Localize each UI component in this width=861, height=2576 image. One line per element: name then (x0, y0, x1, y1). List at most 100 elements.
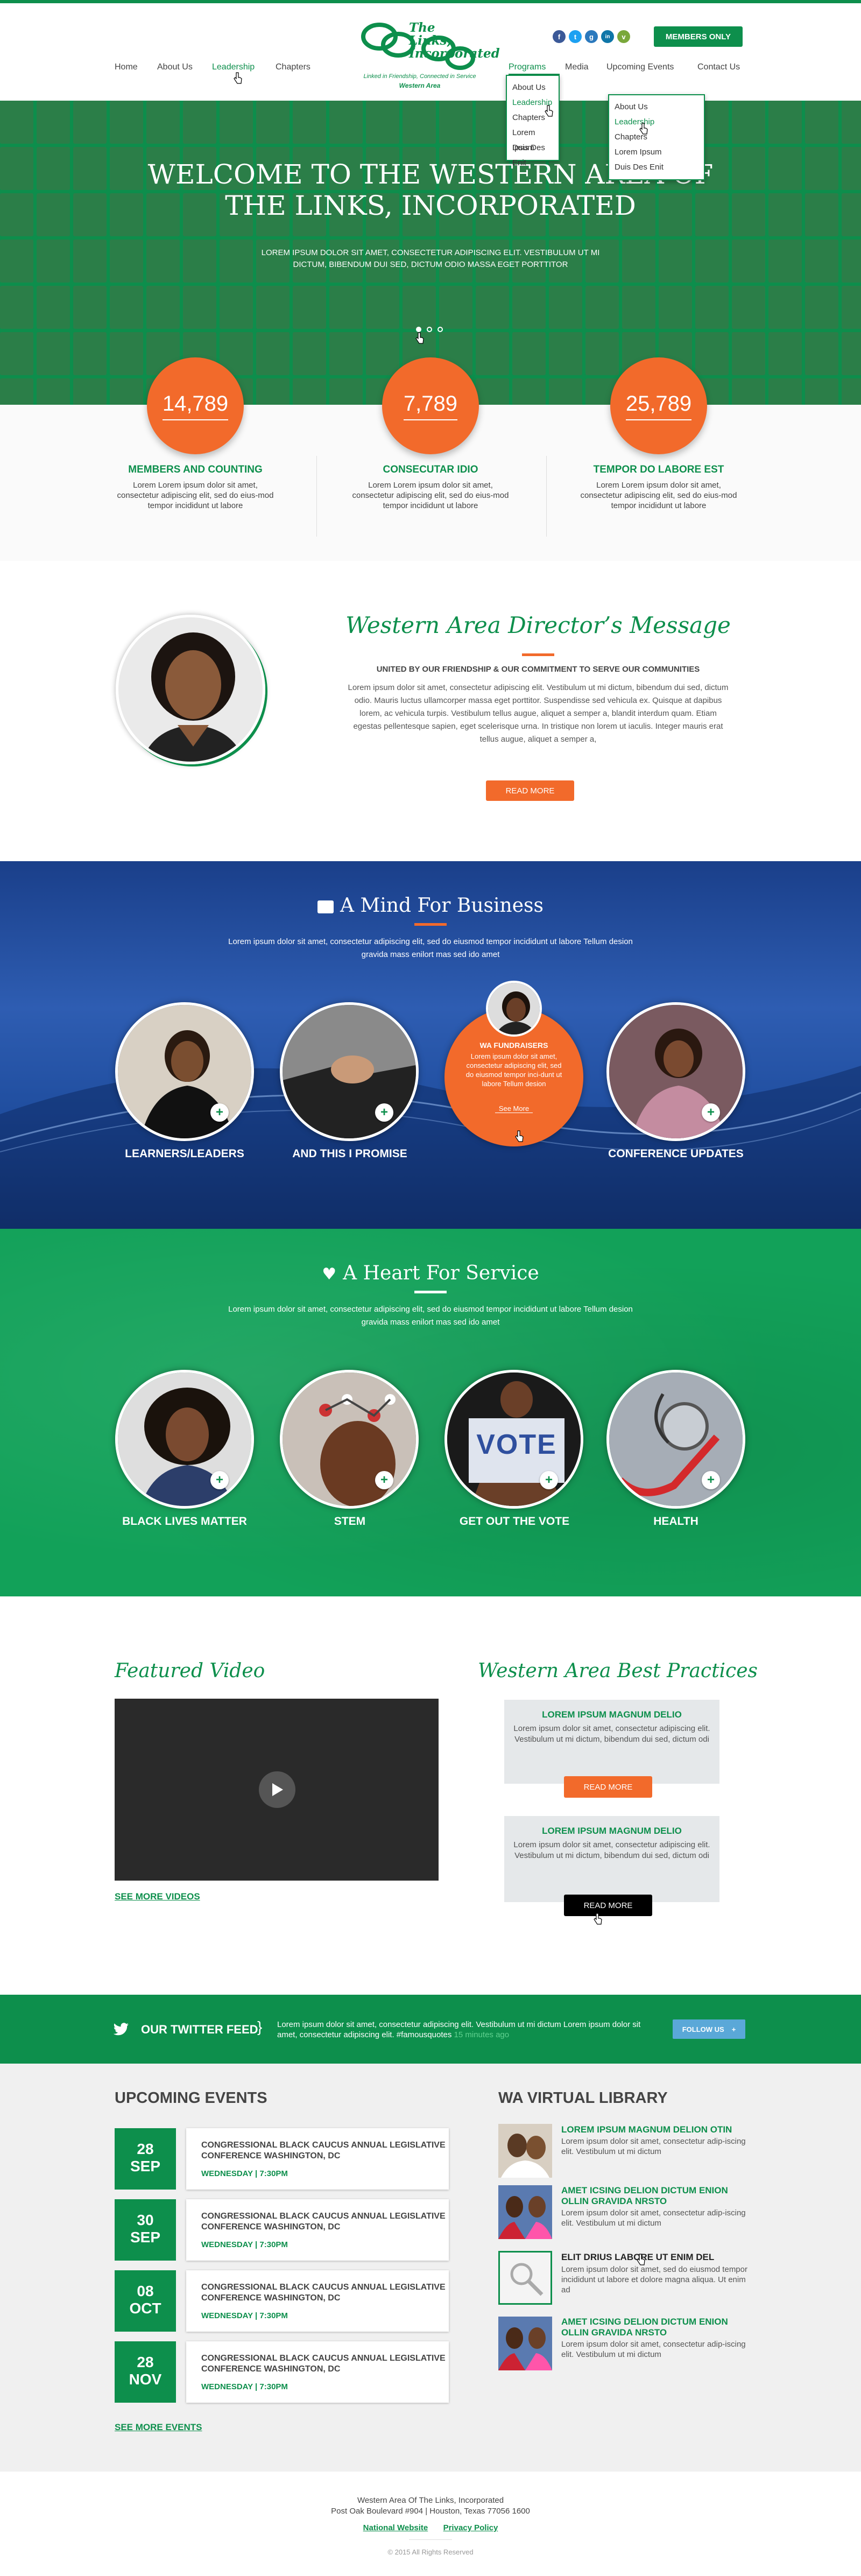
fundraisers-avatar (486, 981, 542, 1037)
plus-icon[interactable]: + (702, 1103, 720, 1122)
stem-label[interactable]: STEM (269, 1515, 430, 1528)
hand-cursor-icon (234, 72, 242, 84)
plus-icon[interactable]: + (375, 1103, 393, 1122)
library-thumbnail[interactable] (498, 2317, 552, 2370)
nav-home[interactable]: Home (115, 62, 138, 72)
stat-title: TEMPOR DO LABORE EST (593, 464, 724, 475)
nav-contact-us[interactable]: Contact Us (697, 62, 740, 72)
event-date-badge: 30 SEP (115, 2199, 176, 2261)
stat-value: 25,789 (625, 392, 692, 420)
play-icon[interactable] (259, 1771, 295, 1808)
library-thumbnail[interactable] (498, 2185, 552, 2239)
stats-section: 14,789 MEMBERS AND COUNTING Lorem Lorem … (0, 357, 861, 561)
nav-upcoming-events[interactable]: Upcoming Events (606, 62, 674, 72)
event-card[interactable]: CONGRESSIONAL BLACK CAUCUS ANNUAL LEGISL… (186, 2270, 449, 2332)
slider-dot[interactable] (427, 327, 432, 332)
copyright: © 2015 All Rights Reserved (387, 2548, 474, 2556)
dropdown-item-duis[interactable]: Duis Des Enit (512, 140, 553, 167)
follow-us-label: FOLLOW US (682, 2025, 724, 2033)
conference-updates-photo[interactable] (606, 1002, 745, 1141)
library-item-title[interactable]: LOREM IPSUM MAGNUM DELION OTIN (561, 2124, 750, 2135)
library-item-text: Lorem ipsum dolor sit amet, consectetur … (561, 2208, 746, 2228)
google-icon[interactable]: g (585, 30, 598, 43)
promise-label[interactable]: AND THIS I PROMISE (269, 1148, 430, 1160)
twitter-feed-label: OUR TWITTER FEED (141, 2023, 258, 2036)
library-item-title-hover[interactable]: ELIT DRIUS LABORE UT ENIM DEL (561, 2252, 750, 2263)
title-accent-bar (522, 653, 554, 656)
health-photo[interactable] (606, 1370, 745, 1509)
tweet-time: 15 minutes ago (454, 2030, 510, 2039)
footer-divider (409, 2539, 452, 2540)
nav-programs[interactable]: Programs (509, 62, 546, 72)
library-thumbnail-selected[interactable] (498, 2251, 552, 2305)
card-text: Lorem ipsum dolor sit amet, consectetur … (513, 1724, 710, 1744)
event-card[interactable]: CONGRESSIONAL BLACK CAUCUS ANNUAL LEGISL… (186, 2128, 449, 2190)
national-website-link[interactable]: National Website (363, 2523, 428, 2532)
card-text: Lorem ipsum dolor sit amet, consectetur … (513, 1840, 710, 1860)
site-logo[interactable]: The Links, Incorporated Linked in Friend… (358, 15, 500, 96)
plus-icon[interactable]: + (210, 1103, 229, 1122)
flyout-item-duis[interactable]: Duis Des Enit (615, 160, 698, 175)
plus-icon[interactable]: + (702, 1471, 720, 1489)
flyout-item-leadership[interactable]: Leadership (615, 115, 698, 130)
stat-value: 7,789 (403, 392, 458, 420)
vimeo-icon[interactable]: v (617, 30, 630, 43)
dropdown-item-lorem[interactable]: Lorem Ipsum (512, 125, 553, 152)
featured-section: Featured Video SEE MORE VIDEOS Western A… (0, 1596, 861, 1995)
slider-dot-active[interactable] (416, 327, 421, 332)
get-out-the-vote-label[interactable]: GET OUT THE VOTE (434, 1515, 595, 1528)
slider-dot[interactable] (437, 327, 443, 332)
best-practice-read-more-button-hover[interactable]: READ MORE (564, 1895, 652, 1916)
event-title: CONGRESSIONAL BLACK CAUCUS ANNUAL LEGISL… (201, 2141, 446, 2160)
privacy-policy-link[interactable]: Privacy Policy (443, 2523, 498, 2532)
promise-photo[interactable] (280, 1002, 419, 1141)
nav-about-us[interactable]: About Us (157, 62, 193, 72)
nav-chapters[interactable]: Chapters (276, 62, 310, 72)
plus-icon[interactable]: + (210, 1471, 229, 1489)
stem-photo[interactable] (280, 1370, 419, 1509)
learners-leaders-photo[interactable] (115, 1002, 254, 1141)
featured-video-title: Featured Video (115, 1660, 265, 1682)
event-month: OCT (129, 2300, 161, 2317)
title-accent-bar (414, 1291, 447, 1293)
fundraisers-see-more-link[interactable]: See More (495, 1104, 533, 1113)
library-item-title[interactable]: AMET ICSING DELION DICTUM ENION OLLIN GR… (561, 2317, 750, 2338)
library-item-title[interactable]: AMET ICSING DELION DICTUM ENION OLLIN GR… (561, 2185, 750, 2207)
stat-title: MEMBERS AND COUNTING (128, 464, 263, 475)
plus-icon[interactable]: + (375, 1471, 393, 1489)
see-more-videos-link[interactable]: SEE MORE VIDEOS (115, 1891, 200, 1902)
members-only-button[interactable]: MEMBERS ONLY (654, 26, 743, 47)
nav-leadership[interactable]: Leadership (212, 62, 255, 72)
vote-sign-text: VOTE (476, 1429, 557, 1460)
director-body: Lorem ipsum dolor sit amet, consectetur … (348, 683, 729, 744)
black-lives-matter-photo[interactable] (115, 1370, 254, 1509)
director-read-more-button[interactable]: READ MORE (486, 780, 574, 801)
twitter-icon[interactable]: t (569, 30, 582, 43)
best-practice-read-more-button[interactable]: READ MORE (564, 1776, 652, 1798)
see-more-events-link[interactable]: SEE MORE EVENTS (115, 2422, 202, 2433)
director-subtitle: UNITED BY OUR FRIENDSHIP & OUR COMMITMEN… (376, 665, 700, 674)
event-card[interactable]: CONGRESSIONAL BLACK CAUCUS ANNUAL LEGISL… (186, 2341, 449, 2403)
health-label[interactable]: HEALTH (595, 1515, 757, 1528)
video-player[interactable] (115, 1699, 439, 1881)
nav-media[interactable]: Media (565, 62, 589, 72)
library-item-text: Lorem ipsum dolor sit amet, consectetur … (561, 2340, 746, 2359)
learners-leaders-label[interactable]: LEARNERS/LEADERS (104, 1148, 265, 1160)
plus-icon[interactable]: + (540, 1471, 558, 1489)
flyout-item-chapters[interactable]: Chapters (615, 130, 698, 145)
facebook-icon[interactable]: f (553, 30, 566, 43)
black-lives-matter-label[interactable]: BLACK LIVES MATTER (104, 1515, 265, 1528)
conference-updates-label[interactable]: CONFERENCE UPDATES (595, 1148, 757, 1160)
follow-us-button[interactable]: FOLLOW US + (673, 2019, 745, 2039)
hero-title-line2: THE LINKS, INCORPORATED (225, 190, 636, 221)
flyout-item-lorem[interactable]: Lorem Ipsum (615, 145, 698, 160)
flyout-item-about[interactable]: About Us (615, 100, 698, 115)
leadership-flyout: About Us Leadership Chapters Lorem Ipsum… (608, 94, 705, 180)
get-out-the-vote-photo[interactable]: VOTE (444, 1370, 583, 1509)
event-card[interactable]: CONGRESSIONAL BLACK CAUCUS ANNUAL LEGISL… (186, 2199, 449, 2261)
footer-address: Post Oak Boulevard #904 | Houston, Texas… (331, 2507, 530, 2516)
library-thumbnail[interactable] (498, 2124, 552, 2178)
linkedin-icon[interactable]: in (601, 30, 614, 43)
dropdown-item-about[interactable]: About Us (512, 80, 553, 95)
event-when: WEDNESDAY | 7:30PM (201, 2240, 288, 2249)
